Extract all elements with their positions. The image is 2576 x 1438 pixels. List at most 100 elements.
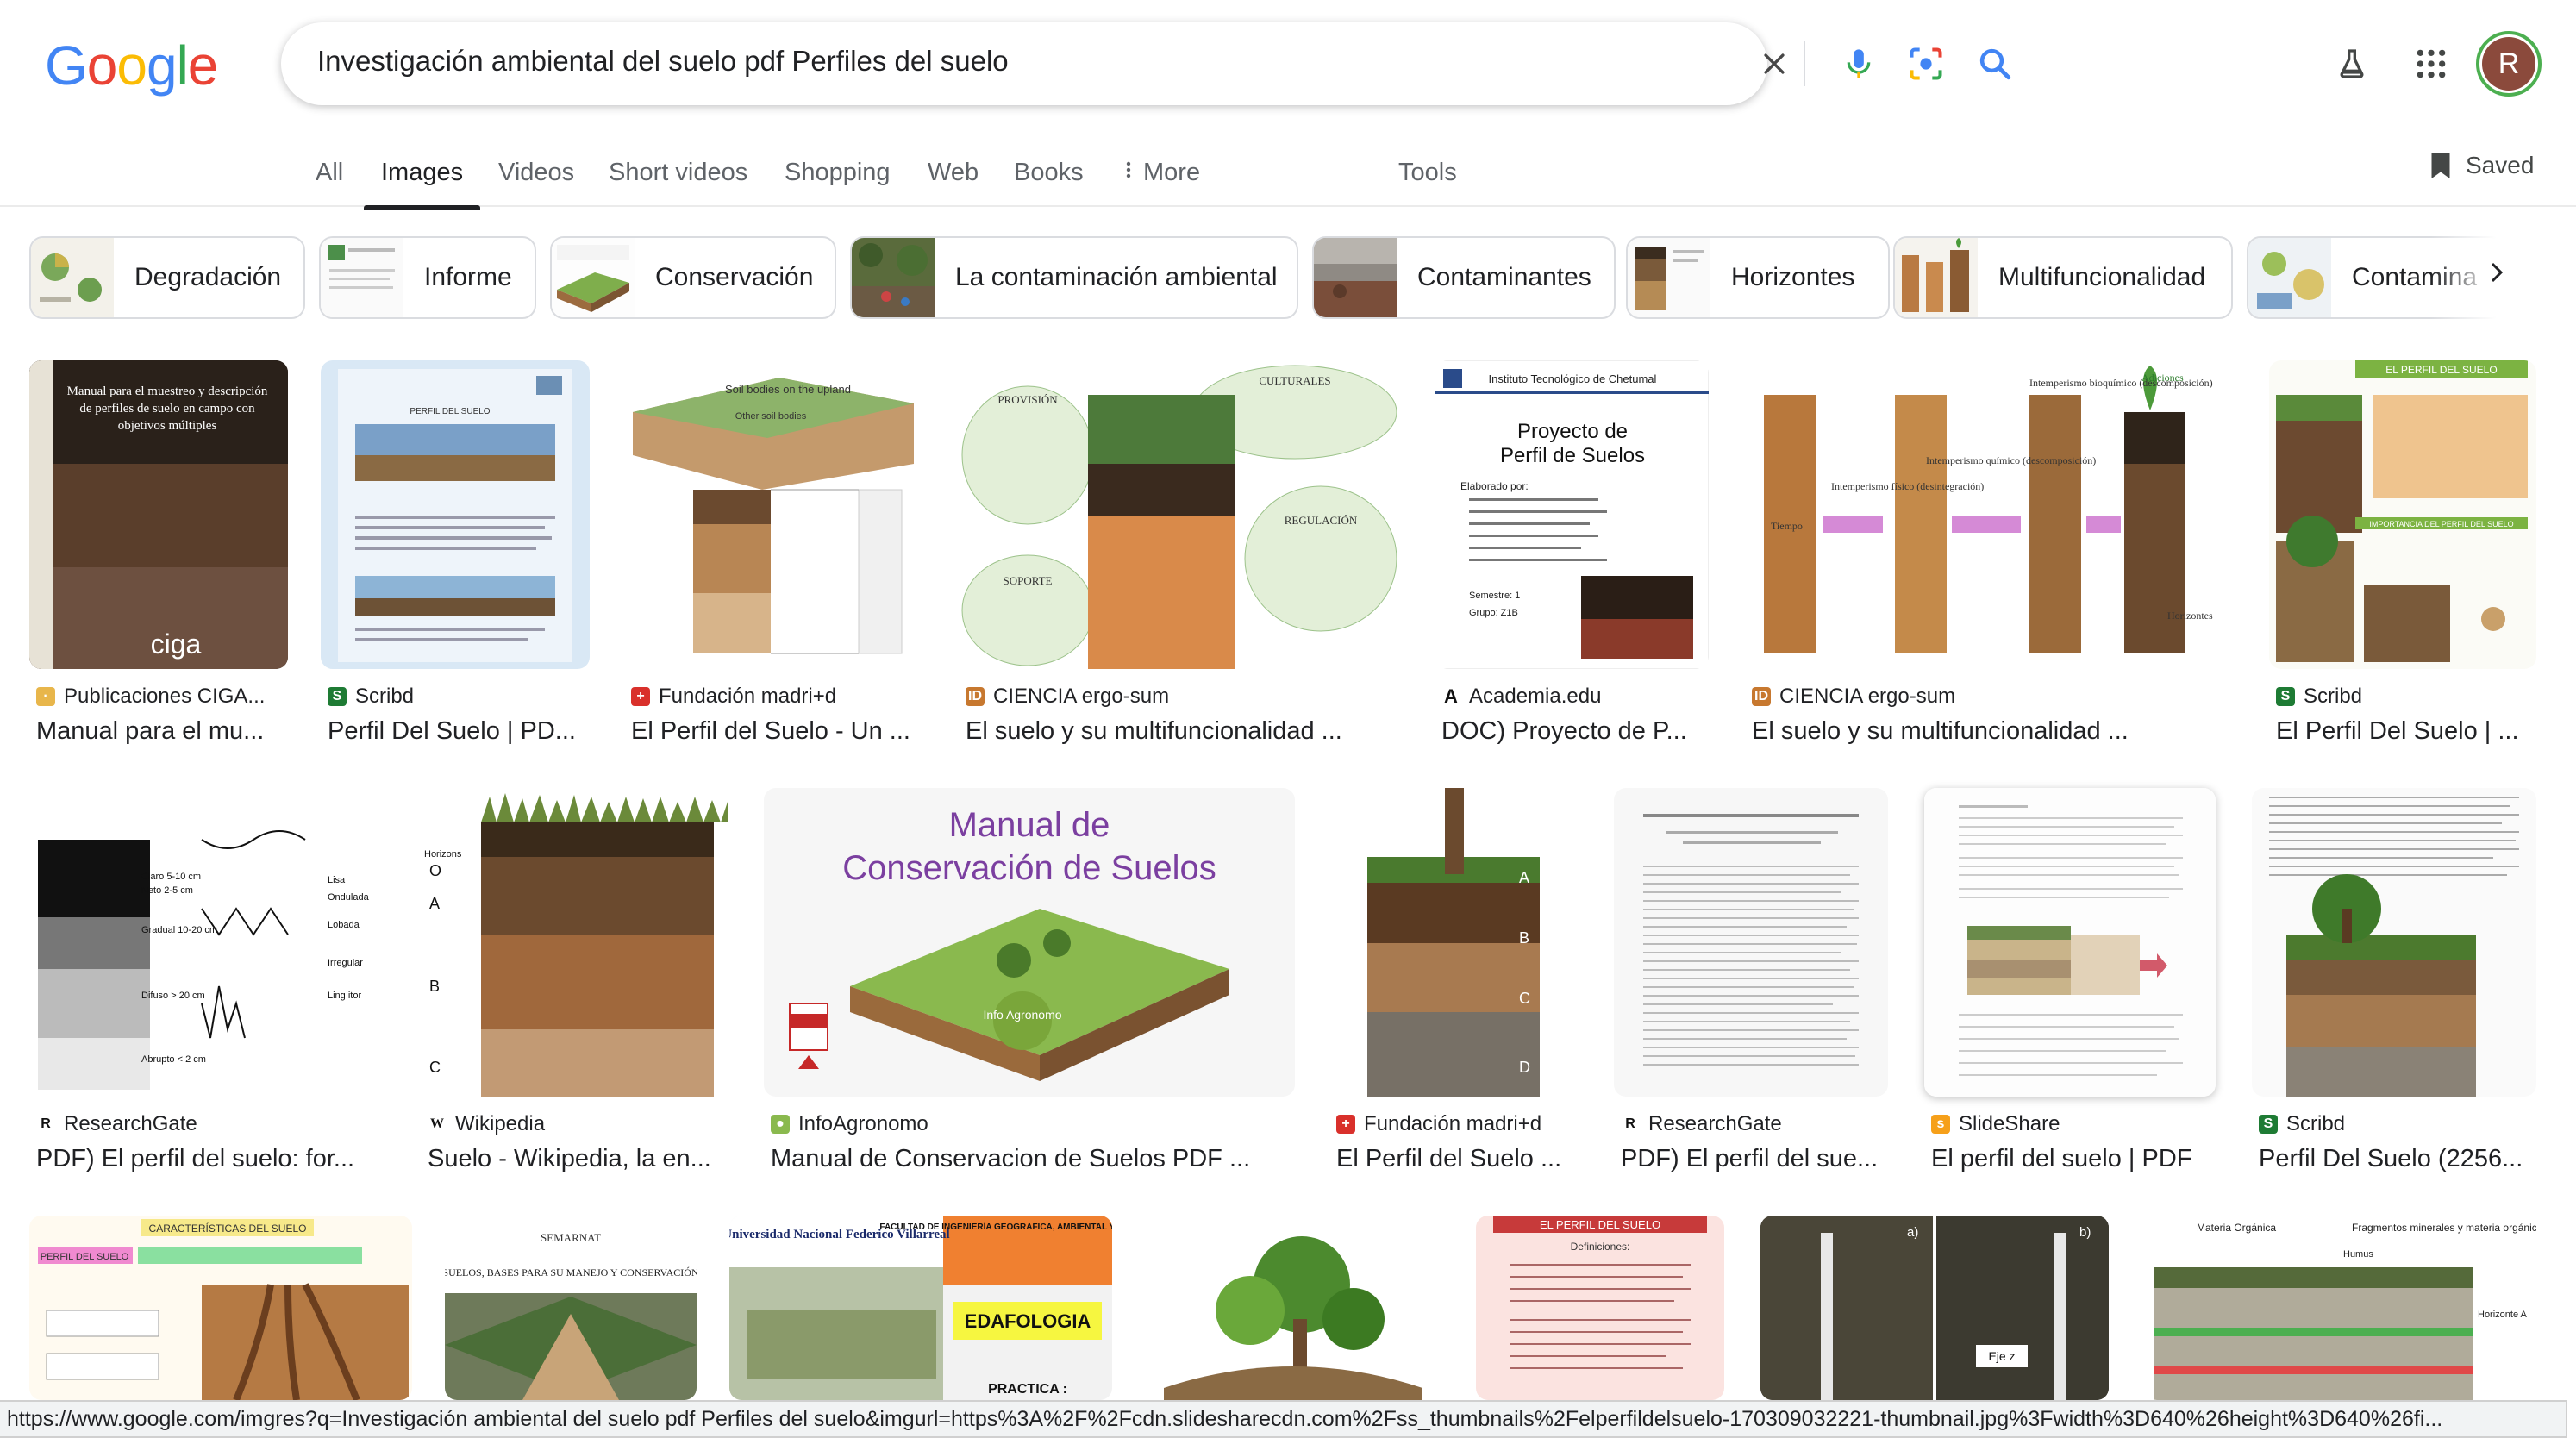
image-result[interactable]: Manual para el muestreo y descripción de…: [29, 360, 288, 757]
result-image: EL PERFIL DEL SUELO Definiciones:: [1476, 1216, 1724, 1400]
tools-button[interactable]: Tools: [1398, 159, 1457, 210]
favicon-icon: +: [1336, 1115, 1355, 1134]
result-title[interactable]: El Perfil Del Suelo | ...: [2276, 717, 2535, 746]
saved-button[interactable]: Saved: [2428, 150, 2534, 181]
tab-shopping[interactable]: Shopping: [785, 159, 891, 210]
favicon-icon: A: [1441, 685, 1460, 707]
result-source[interactable]: · Publicaciones CIGA...: [36, 685, 265, 709]
source-label: Publicaciones CIGA...: [64, 685, 266, 708]
tab-web[interactable]: Web: [928, 159, 979, 210]
image-result[interactable]: Claro 5-10 cm Neto 2-5 cm Gradual 10-20 …: [29, 788, 388, 1185]
mic-icon[interactable]: [1836, 41, 1881, 86]
search-icon[interactable]: [1973, 41, 2017, 86]
result-title[interactable]: Manual de Conservacion de Suelos PDF ...: [771, 1145, 1293, 1173]
doc-label: SEMARNAT: [541, 1231, 601, 1244]
image-result[interactable]: s SlideShare El perfil del suelo | PDF: [1924, 788, 2216, 1185]
image-result[interactable]: R ResearchGate PDF) El perfil del sue...: [1614, 788, 1888, 1185]
result-source[interactable]: A Academia.edu: [1441, 685, 1601, 709]
image-result[interactable]: EL PERFIL DEL SUELO Definiciones:: [1476, 1216, 1724, 1400]
image-result[interactable]: Materia Orgánica Fragmentos minerales y …: [2145, 1216, 2536, 1400]
image-result[interactable]: [1147, 1216, 1440, 1400]
result-title[interactable]: El Perfil del Suelo ...: [1336, 1145, 1579, 1173]
result-source[interactable]: R ResearchGate: [1621, 1112, 1782, 1136]
chip-conservacion[interactable]: Conservación: [550, 236, 836, 319]
clear-icon[interactable]: [1752, 41, 1797, 86]
image-result[interactable]: SEMARNAT SUELOS, BASES PARA SU MANEJO Y …: [445, 1216, 697, 1400]
result-title[interactable]: Perfil Del Suelo (2256...: [2259, 1145, 2536, 1173]
result-source[interactable]: s SlideShare: [1931, 1112, 2060, 1136]
result-source[interactable]: ID CIENCIA ergo-sum: [966, 685, 1169, 709]
image-result[interactable]: Instituto Tecnológico de Chetumal Proyec…: [1435, 360, 1709, 757]
diagram-label: Ling itor: [328, 991, 361, 1001]
tab-more[interactable]: More: [1124, 159, 1200, 210]
tab-short-videos[interactable]: Short videos: [609, 159, 747, 210]
result-title[interactable]: PDF) El perfil del sue...: [1621, 1145, 1886, 1173]
chip-multifuncionalidad[interactable]: Multifuncionalidad: [1893, 236, 2233, 319]
apps-grid-icon[interactable]: [2407, 40, 2455, 88]
result-title[interactable]: PDF) El perfil del suelo: for...: [36, 1145, 385, 1173]
horizon-label: A: [1519, 869, 1529, 886]
result-title[interactable]: El suelo y su multifuncionalidad ...: [1752, 717, 2235, 746]
result-title[interactable]: El suelo y su multifuncionalidad ...: [966, 717, 1397, 746]
chips-scroll-right[interactable]: [2474, 250, 2519, 295]
logo-letter: g: [146, 34, 178, 97]
result-source[interactable]: + Fundación madri+d: [1336, 1112, 1541, 1136]
info-agronomo-badge: Info Agronomo: [983, 1008, 1061, 1022]
logo-letter: o: [116, 34, 147, 97]
result-source[interactable]: S Scribd: [2276, 685, 2362, 709]
google-logo[interactable]: Google: [45, 31, 218, 100]
chip-thumbnail: [321, 238, 403, 317]
chevron-right-icon: [2491, 262, 2504, 283]
image-result[interactable]: A B C D + Fundación madri+d El Perfil del…: [1329, 788, 1579, 1185]
image-result[interactable]: Soil bodies on the upland Other soil bod…: [624, 360, 922, 757]
result-image: Instituto Tecnológico de Chetumal Proyec…: [1435, 360, 1709, 669]
image-result[interactable]: CARACTERÍSTICAS DEL SUELO PERFIL DEL SUE…: [29, 1216, 412, 1400]
source-label: ResearchGate: [1648, 1112, 1782, 1135]
panel-label: b): [2079, 1225, 2091, 1240]
chip-horizontes[interactable]: Horizontes: [1626, 236, 1890, 319]
image-result[interactable]: Horizons O A B C W Wikipedia Suelo - Wiki…: [421, 788, 728, 1185]
image-result[interactable]: a) b) Eje z: [1760, 1216, 2109, 1400]
result-source[interactable]: ID CIENCIA ergo-sum: [1752, 685, 1955, 709]
image-result[interactable]: Universidad Nacional Federico Villarreal…: [729, 1216, 1112, 1400]
diagram-label: Gradual 10-20 cm: [141, 925, 217, 935]
result-title[interactable]: El Perfil del Suelo - Un ...: [631, 717, 919, 746]
diagram-label: Neto 2-5 cm: [141, 885, 193, 896]
image-result[interactable]: CULTURALES PROVISIÓN REGULACIÓN SOPORTE …: [959, 360, 1398, 757]
labs-flask-icon[interactable]: [2328, 40, 2376, 88]
image-result[interactable]: Manual de Conservación de Suelos Info Ag…: [764, 788, 1295, 1185]
result-image: CULTURALES PROVISIÓN REGULACIÓN SOPORTE: [959, 360, 1398, 669]
search-box[interactable]: Investigación ambiental del suelo pdf Pe…: [281, 22, 2011, 105]
tab-images[interactable]: Images: [363, 159, 481, 210]
result-title[interactable]: Suelo - Wikipedia, la en...: [428, 1145, 726, 1173]
result-source[interactable]: R ResearchGate: [36, 1112, 197, 1136]
favicon-icon: W: [428, 1115, 447, 1134]
image-result[interactable]: PERFIL DEL SUELO S Scribd Perfil Del Suel…: [321, 360, 590, 757]
chip-informe[interactable]: Informe: [319, 236, 536, 319]
result-source[interactable]: + Fundación madri+d: [631, 685, 836, 709]
diagram-label: Intemperismo físico (desintegración): [1831, 480, 1984, 492]
image-result[interactable]: EL PERFIL DEL SUELO IMPORTANCIA DEL PERF…: [2269, 360, 2536, 757]
tab-books[interactable]: Books: [1014, 159, 1084, 210]
search-input[interactable]: Investigación ambiental del suelo pdf Pe…: [317, 45, 1009, 78]
result-title[interactable]: El perfil del suelo | PDF: [1931, 1145, 2216, 1173]
lens-icon[interactable]: [1904, 41, 1948, 86]
result-source[interactable]: ● InfoAgronomo: [771, 1112, 928, 1136]
tab-all[interactable]: All: [316, 159, 343, 210]
chip-contaminantes[interactable]: Contaminantes: [1312, 236, 1616, 319]
result-source[interactable]: S Scribd: [2259, 1112, 2345, 1136]
result-title[interactable]: DOC) Proyecto de P...: [1441, 717, 1709, 746]
panel-label: a): [1907, 1225, 1918, 1240]
diagram-label: Horizons: [424, 849, 462, 860]
header: Google Investigación ambiental del suelo…: [0, 0, 2576, 210]
image-result[interactable]: S Scribd Perfil Del Suelo (2256...: [2252, 788, 2536, 1185]
result-title[interactable]: Perfil Del Suelo | PD...: [328, 717, 586, 746]
tab-videos[interactable]: Videos: [498, 159, 574, 210]
image-result[interactable]: Intemperismo físico (desintegración) Int…: [1745, 360, 2235, 757]
result-title[interactable]: Manual para el mu...: [36, 717, 286, 746]
chip-contaminacion-ambiental[interactable]: La contaminación ambiental: [850, 236, 1298, 319]
result-source[interactable]: W Wikipedia: [428, 1112, 545, 1136]
chip-degradacion[interactable]: Degradación: [29, 236, 305, 319]
result-source[interactable]: S Scribd: [328, 685, 414, 709]
account-avatar[interactable]: R: [2476, 31, 2542, 97]
